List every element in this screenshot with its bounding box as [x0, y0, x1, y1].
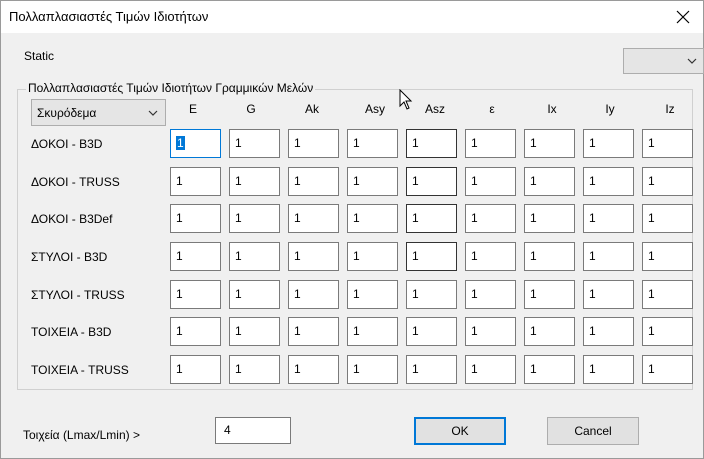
multiplier-input[interactable]: 1 [229, 129, 280, 158]
multiplier-input[interactable]: 1 [229, 317, 280, 346]
column-header: Asy [364, 102, 385, 116]
group-legend: Πολλαπλασιαστές Τιμών Ιδιοτήτων Γραμμικώ… [26, 81, 316, 95]
column-header: G [246, 102, 256, 116]
multiplier-input[interactable]: 1 [347, 280, 398, 309]
multiplier-input[interactable]: 1 [406, 167, 457, 196]
multiplier-input[interactable]: 1 [642, 280, 693, 309]
mouse-cursor-icon [399, 89, 413, 110]
multiplier-input[interactable]: 1 [583, 129, 634, 158]
multiplier-input[interactable]: 1 [347, 167, 398, 196]
multiplier-input[interactable]: 1 [642, 129, 693, 158]
row-label: ΤΟΙΧΕΙΑ - B3D [31, 325, 112, 339]
column-header: E [188, 102, 197, 116]
wall-ratio-input[interactable]: 4 [215, 417, 291, 444]
multiplier-input[interactable]: 1 [170, 204, 221, 233]
multiplier-input[interactable]: 1 [406, 280, 457, 309]
cancel-button[interactable]: Cancel [547, 417, 639, 445]
column-header: Ak [304, 102, 319, 116]
chevron-down-icon [148, 110, 158, 116]
multiplier-input[interactable]: 1 [229, 355, 280, 384]
multiplier-input[interactable]: 1 [406, 204, 457, 233]
column-header: Iz [665, 102, 675, 116]
ok-button[interactable]: OK [414, 417, 506, 445]
multiplier-input[interactable]: 1 [288, 167, 339, 196]
column-header: Ix [547, 102, 557, 116]
row-label: ΣΤΥΛΟΙ - TRUSS [31, 288, 125, 302]
multiplier-input[interactable]: 1 [170, 129, 221, 158]
column-header: Asz [424, 102, 445, 116]
multiplier-input[interactable]: 1 [347, 317, 398, 346]
multiplier-input[interactable]: 1 [288, 242, 339, 271]
multiplier-input[interactable]: 1 [465, 167, 516, 196]
wall-ratio-label: Τοιχεία (Lmax/Lmin) > [23, 428, 140, 442]
multiplier-input[interactable]: 1 [583, 355, 634, 384]
multiplier-input[interactable]: 1 [465, 355, 516, 384]
dialog-window: Πολλαπλασιαστές Τιμών Ιδιοτήτων Static Π… [0, 0, 704, 459]
close-button[interactable] [663, 1, 703, 33]
multiplier-input[interactable]: 1 [524, 280, 575, 309]
multiplier-input[interactable]: 1 [583, 280, 634, 309]
multiplier-input[interactable]: 1 [229, 242, 280, 271]
multiplier-input[interactable]: 1 [288, 204, 339, 233]
analysis-type-dropdown[interactable] [623, 48, 704, 74]
multiplier-input[interactable]: 1 [642, 317, 693, 346]
multiplier-input[interactable]: 1 [524, 167, 575, 196]
multiplier-input[interactable]: 1 [583, 204, 634, 233]
multiplier-input[interactable]: 1 [347, 355, 398, 384]
title-bar: Πολλαπλασιαστές Τιμών Ιδιοτήτων [1, 1, 703, 33]
multiplier-input[interactable]: 1 [583, 167, 634, 196]
multiplier-input[interactable]: 1 [406, 242, 457, 271]
multiplier-input[interactable]: 1 [229, 204, 280, 233]
multiplier-input[interactable]: 1 [406, 317, 457, 346]
multiplier-input[interactable]: 1 [642, 355, 693, 384]
window-title: Πολλαπλασιαστές Τιμών Ιδιοτήτων [9, 9, 209, 24]
multiplier-input[interactable]: 1 [406, 129, 457, 158]
multiplier-input[interactable]: 1 [170, 167, 221, 196]
multiplier-input[interactable]: 1 [170, 280, 221, 309]
row-label: ΣΤΥΛΟΙ - B3D [31, 250, 108, 264]
multiplier-input[interactable]: 1 [465, 280, 516, 309]
multiplier-input[interactable]: 1 [347, 204, 398, 233]
multiplier-input[interactable]: 1 [642, 242, 693, 271]
multiplier-input[interactable]: 1 [465, 317, 516, 346]
multiplier-input[interactable]: 1 [465, 204, 516, 233]
multiplier-input[interactable]: 1 [170, 242, 221, 271]
close-icon [676, 10, 690, 24]
material-value: Σκυρόδεμα [37, 106, 97, 120]
multiplier-input[interactable]: 1 [347, 242, 398, 271]
multiplier-input[interactable]: 1 [288, 129, 339, 158]
multiplier-input[interactable]: 1 [642, 167, 693, 196]
multiplier-input[interactable]: 1 [465, 129, 516, 158]
multiplier-input[interactable]: 1 [524, 317, 575, 346]
multiplier-input[interactable]: 1 [170, 355, 221, 384]
multiplier-input[interactable]: 1 [288, 317, 339, 346]
multiplier-input[interactable]: 1 [406, 355, 457, 384]
multiplier-input[interactable]: 1 [524, 204, 575, 233]
multiplier-input[interactable]: 1 [288, 280, 339, 309]
row-label: ΔΟΚΟΙ - B3D [31, 137, 103, 151]
multiplier-input[interactable]: 1 [524, 129, 575, 158]
column-header: Iy [605, 102, 615, 116]
multiplier-input[interactable]: 1 [524, 355, 575, 384]
multiplier-input[interactable]: 1 [465, 242, 516, 271]
selected-text: 1 [176, 136, 185, 150]
chevron-down-icon [687, 58, 697, 64]
multiplier-input[interactable]: 1 [583, 242, 634, 271]
multiplier-input[interactable]: 1 [583, 317, 634, 346]
material-dropdown[interactable]: Σκυρόδεμα [31, 99, 166, 126]
row-label: ΔΟΚΟΙ - B3Def [31, 212, 113, 226]
multiplier-input[interactable]: 1 [347, 129, 398, 158]
multiplier-input[interactable]: 1 [524, 242, 575, 271]
column-header: ε [489, 102, 495, 116]
static-label: Static [24, 49, 55, 63]
multiplier-input[interactable]: 1 [229, 280, 280, 309]
multiplier-input[interactable]: 1 [229, 167, 280, 196]
row-label: ΔΟΚΟΙ - TRUSS [31, 175, 120, 189]
multiplier-input[interactable]: 1 [288, 355, 339, 384]
multiplier-input[interactable]: 1 [642, 204, 693, 233]
multiplier-input[interactable]: 1 [170, 317, 221, 346]
row-label: ΤΟΙΧΕΙΑ - TRUSS [31, 363, 129, 377]
